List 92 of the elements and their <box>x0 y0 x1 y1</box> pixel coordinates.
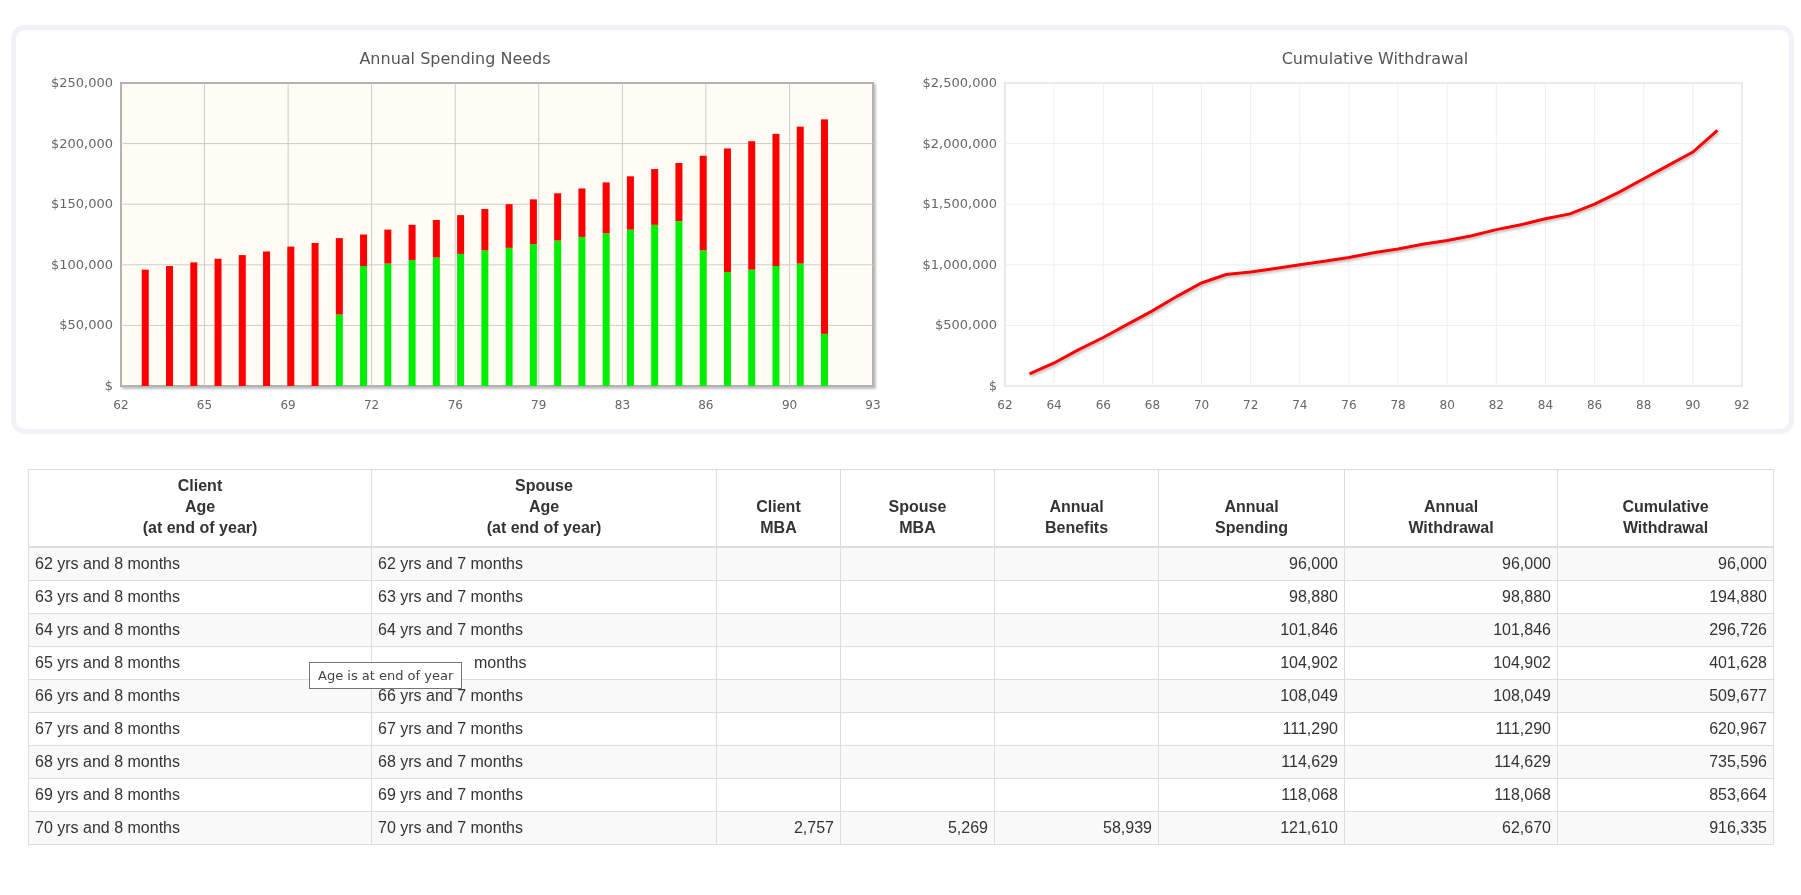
table-cell: 67 yrs and 7 months <box>371 712 717 746</box>
table-cell: 67 yrs and 8 months <box>28 712 372 746</box>
axis-label: 93 <box>865 398 881 412</box>
column-header: Annual Withdrawal <box>1344 469 1558 547</box>
axis-label: $250,000 <box>50 75 113 90</box>
table-cell: 98,880 <box>1158 580 1345 614</box>
axis-label: 90 <box>781 398 798 412</box>
table-cell: 68 yrs and 8 months <box>28 745 372 779</box>
axis-label: $2,000,000 <box>922 135 997 151</box>
axis-label: 69 <box>280 398 296 412</box>
table-cell: 96,000 <box>1158 547 1345 581</box>
table-cell: 108,049 <box>1158 679 1345 713</box>
axis-label: $ <box>104 378 113 393</box>
axis-label: 92 <box>1734 398 1750 412</box>
table-cell: 70 yrs and 7 months <box>371 811 717 845</box>
axis-label: 74 <box>1292 398 1308 412</box>
axis-label: 82 <box>1488 398 1504 412</box>
axis-label: 72 <box>363 398 380 412</box>
axis-label: $200,000 <box>50 135 113 151</box>
column-header: Cumulative Withdrawal <box>1557 469 1774 547</box>
table-cell: 118,068 <box>1158 778 1345 812</box>
axis-label: $100,000 <box>50 256 113 272</box>
table-cell: 62,670 <box>1344 811 1558 845</box>
axis-label: 76 <box>1341 398 1357 412</box>
axis-label: 79 <box>531 398 547 412</box>
table-cell: 101,846 <box>1344 613 1558 647</box>
table-cell: 114,629 <box>1344 745 1558 779</box>
axis-label: 84 <box>1537 398 1554 412</box>
axis-label: 78 <box>1390 398 1406 412</box>
chart-title: Cumulative Withdrawal <box>1280 49 1470 70</box>
axis-label: $50,000 <box>59 317 113 333</box>
table-cell: 101,846 <box>1158 613 1345 647</box>
table-cell: 96,000 <box>1557 547 1774 581</box>
table-cell: 70 yrs and 8 months <box>28 811 372 845</box>
table-cell: 63 yrs and 7 months <box>371 580 717 614</box>
table-cell: 5,269 <box>840 811 995 845</box>
column-header: Annual Benefits <box>994 469 1159 547</box>
table-cell: 111,290 <box>1344 712 1558 746</box>
table-cell: 916,335 <box>1557 811 1774 845</box>
axis-label: $2,500,000 <box>922 75 997 90</box>
table-cell: 58,939 <box>994 811 1159 845</box>
column-header: Spouse MBA <box>840 469 995 547</box>
axis-label: 83 <box>614 398 631 412</box>
axis-label: 86 <box>698 398 714 412</box>
table-cell: 121,610 <box>1158 811 1345 845</box>
axis-label: $1,500,000 <box>922 196 997 212</box>
axis-label: 88 <box>1636 398 1652 412</box>
table-cell: 853,664 <box>1557 778 1774 812</box>
table-cell: 620,967 <box>1557 712 1774 746</box>
table-cell: 63 yrs and 8 months <box>28 580 372 614</box>
table-cell: 104,902 <box>1344 646 1558 680</box>
table-cell: 96,000 <box>1344 547 1558 581</box>
table-cell: 401,628 <box>1557 646 1774 680</box>
column-header: Annual Spending <box>1158 469 1345 547</box>
table-cell: 108,049 <box>1344 679 1558 713</box>
axis-label: 72 <box>1243 398 1259 412</box>
table-cell: 194,880 <box>1557 580 1774 614</box>
table-cell: 509,677 <box>1557 679 1774 713</box>
axis-label: 86 <box>1586 398 1603 412</box>
table-cell: 62 yrs and 8 months <box>28 547 372 581</box>
table-cell: 2,757 <box>716 811 841 845</box>
axis-label: 76 <box>447 398 463 412</box>
axis-label: 68 <box>1144 398 1161 412</box>
table-cell: 69 yrs and 7 months <box>371 778 717 812</box>
table-cell: 98,880 <box>1344 580 1558 614</box>
column-header: Spouse Age (at end of year) <box>371 469 717 547</box>
table-cell: 64 yrs and 8 months <box>28 613 372 647</box>
chart-title: Annual Spending Needs <box>358 49 552 70</box>
axis-label: 70 <box>1193 398 1210 412</box>
axis-label: $150,000 <box>50 196 113 212</box>
table-cell: 735,596 <box>1557 745 1774 779</box>
axis-label: 62 <box>113 398 129 412</box>
table-cell: 114,629 <box>1158 745 1345 779</box>
axis-label: 80 <box>1439 398 1455 412</box>
table-cell: 68 yrs and 7 months <box>371 745 717 779</box>
table-cell: 111,290 <box>1158 712 1345 746</box>
table-cell: 69 yrs and 8 months <box>28 778 372 812</box>
axis-label: $ <box>988 378 997 393</box>
axis-label: 90 <box>1685 398 1701 412</box>
axis-label: 62 <box>997 398 1013 412</box>
table-cell: 296,726 <box>1557 613 1774 647</box>
table-cell: 104,902 <box>1158 646 1345 680</box>
table-cell: 62 yrs and 7 months <box>371 547 717 581</box>
axis-label: 65 <box>196 398 213 412</box>
table-cell: 64 yrs and 7 months <box>371 613 717 647</box>
table-cell: 118,068 <box>1344 778 1558 812</box>
axis-label: $500,000 <box>934 317 997 333</box>
column-header: Client Age (at end of year) <box>28 469 372 547</box>
axis-label: 64 <box>1046 398 1062 412</box>
axis-label: 66 <box>1095 398 1111 412</box>
axis-label: $1,000,000 <box>922 256 997 272</box>
column-header: Client MBA <box>716 469 841 547</box>
